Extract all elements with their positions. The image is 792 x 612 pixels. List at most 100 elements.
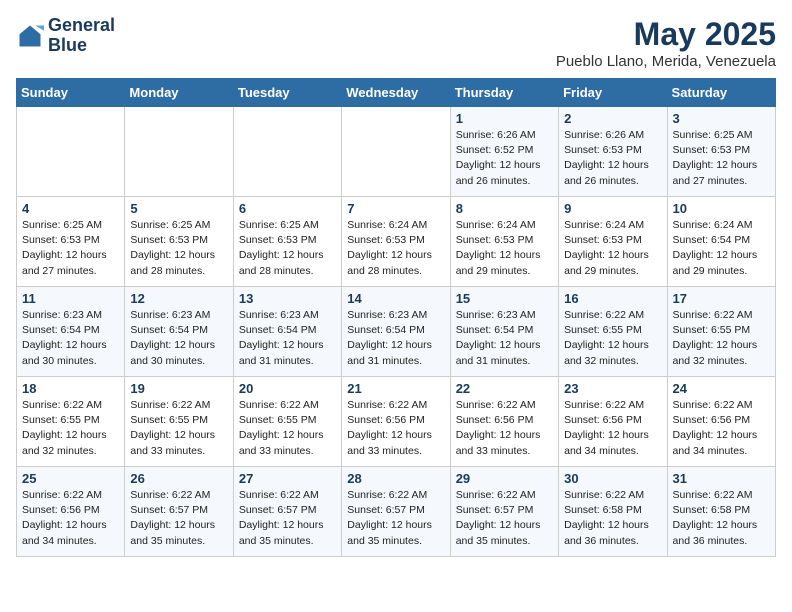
calendar-week-5: 25Sunrise: 6:22 AM Sunset: 6:56 PM Dayli… [17,467,776,557]
day-number: 2 [564,111,661,126]
day-info: Sunrise: 6:24 AM Sunset: 6:53 PM Dayligh… [347,218,444,279]
calendar-cell: 15 Sunrise: 6:23 AM Sunset: 6:54 PM Dayli… [450,287,558,377]
logo-text: General Blue [48,16,115,56]
calendar-cell: 25Sunrise: 6:22 AM Sunset: 6:56 PM Dayli… [17,467,125,557]
day-info: Sunrise: 6:22 AM Sunset: 6:58 PM Dayligh… [564,488,661,549]
day-number: 28 [347,471,444,486]
day-number: 24 [673,381,770,396]
calendar-cell: 12 Sunrise: 6:23 AM Sunset: 6:54 PM Dayli… [125,287,233,377]
day-number: 8 [456,201,553,216]
calendar-cell [125,107,233,197]
day-info: Sunrise: 6:24 AM Sunset: 6:53 PM Dayligh… [564,218,661,279]
day-number: 17 [673,291,770,306]
calendar-cell: 30 Sunrise: 6:22 AM Sunset: 6:58 PM Dayli… [559,467,667,557]
day-info: Sunrise: 6:25 AM Sunset: 6:53 PM Dayligh… [130,218,227,279]
day-info: Sunrise: 6:26 AM Sunset: 6:53 PM Dayligh… [564,128,661,189]
day-number: 18 [22,381,119,396]
header-tuesday: Tuesday [233,79,341,107]
calendar-cell: 2 Sunrise: 6:26 AM Sunset: 6:53 PM Daylig… [559,107,667,197]
calendar-week-4: 18 Sunrise: 6:22 AM Sunset: 6:55 PM Dayli… [17,377,776,467]
day-number: 7 [347,201,444,216]
day-number: 30 [564,471,661,486]
day-info: Sunrise: 6:22 AM Sunset: 6:57 PM Dayligh… [347,488,444,549]
day-number: 4 [22,201,119,216]
day-number: 9 [564,201,661,216]
header-saturday: Saturday [667,79,775,107]
day-number: 31 [673,471,770,486]
day-number: 19 [130,381,227,396]
day-info: Sunrise: 6:25 AM Sunset: 6:53 PM Dayligh… [673,128,770,189]
day-info: Sunrise: 6:22 AM Sunset: 6:55 PM Dayligh… [673,308,770,369]
calendar-cell: 24 Sunrise: 6:22 AM Sunset: 6:56 PM Dayli… [667,377,775,467]
day-info: Sunrise: 6:22 AM Sunset: 6:56 PM Dayligh… [347,398,444,459]
day-number: 27 [239,471,336,486]
calendar-cell: 11Sunrise: 6:23 AM Sunset: 6:54 PM Dayli… [17,287,125,377]
logo: General Blue [16,16,115,56]
header-wednesday: Wednesday [342,79,450,107]
day-info: Sunrise: 6:22 AM Sunset: 6:56 PM Dayligh… [673,398,770,459]
day-number: 20 [239,381,336,396]
day-info: Sunrise: 6:23 AM Sunset: 6:54 PM Dayligh… [130,308,227,369]
calendar-cell: 14Sunrise: 6:23 AM Sunset: 6:54 PM Dayli… [342,287,450,377]
day-info: Sunrise: 6:24 AM Sunset: 6:54 PM Dayligh… [673,218,770,279]
calendar-week-3: 11 Sunrise: 6:23 AM Sunset: 6:54 PM Dayli… [17,287,776,377]
calendar-cell: 22 Sunrise: 6:22 AM Sunset: 6:56 PM Dayli… [450,377,558,467]
day-number: 16 [564,291,661,306]
day-number: 23 [564,381,661,396]
calendar-cell: 10 Sunrise: 6:24 AM Sunset: 6:54 PM Dayli… [667,197,775,287]
day-info: Sunrise: 6:22 AM Sunset: 6:55 PM Dayligh… [239,398,336,459]
title-block: May 2025 Pueblo Llano, Merida, Venezuela [556,16,776,70]
page-header: General Blue May 2025 Pueblo Llano, Meri… [16,16,776,70]
day-info: Sunrise: 6:22 AM Sunset: 6:56 PM Dayligh… [564,398,661,459]
day-number: 14 [347,291,444,306]
day-number: 26 [130,471,227,486]
day-number: 22 [456,381,553,396]
calendar-cell: 29 Sunrise: 6:22 AM Sunset: 6:57 PM Dayli… [450,467,558,557]
day-number: 29 [456,471,553,486]
day-info: Sunrise: 6:22 AM Sunset: 6:55 PM Dayligh… [22,398,119,459]
day-info: Sunrise: 6:23 AM Sunset: 6:54 PM Dayligh… [239,308,336,369]
calendar-cell: 4Sunrise: 6:25 AM Sunset: 6:53 PM Daylig… [17,197,125,287]
day-number: 12 [130,291,227,306]
day-number: 10 [673,201,770,216]
calendar-table: SundayMondayTuesdayWednesdayThursdayFrid… [16,78,776,557]
day-number: 21 [347,381,444,396]
calendar-cell: 9 Sunrise: 6:24 AM Sunset: 6:53 PM Daylig… [559,197,667,287]
day-number: 3 [673,111,770,126]
day-info: Sunrise: 6:22 AM Sunset: 6:57 PM Dayligh… [456,488,553,549]
calendar-cell: 21 Sunrise: 6:22 AM Sunset: 6:56 PM Dayli… [342,377,450,467]
calendar-week-2: 4 Sunrise: 6:25 AM Sunset: 6:53 PM Daylig… [17,197,776,287]
day-number: 11 [22,291,119,306]
calendar-cell: 26 Sunrise: 6:22 AM Sunset: 6:57 PM Dayli… [125,467,233,557]
calendar-week-1: 1Sunrise: 6:26 AM Sunset: 6:52 PM Daylig… [17,107,776,197]
calendar-cell [342,107,450,197]
calendar-cell: 23 Sunrise: 6:22 AM Sunset: 6:56 PM Dayli… [559,377,667,467]
calendar-cell: 7 Sunrise: 6:24 AM Sunset: 6:53 PM Daylig… [342,197,450,287]
calendar-cell [17,107,125,197]
calendar-cell: 8 Sunrise: 6:24 AM Sunset: 6:53 PM Daylig… [450,197,558,287]
calendar-cell: 1Sunrise: 6:26 AM Sunset: 6:52 PM Daylig… [450,107,558,197]
calendar-cell: 31 Sunrise: 6:22 AM Sunset: 6:58 PM Dayli… [667,467,775,557]
header-monday: Monday [125,79,233,107]
day-info: Sunrise: 6:24 AM Sunset: 6:53 PM Dayligh… [456,218,553,279]
day-info: Sunrise: 6:23 AM Sunset: 6:54 PM Dayligh… [456,308,553,369]
header-sunday: Sunday [17,79,125,107]
calendar-cell: 20 Sunrise: 6:22 AM Sunset: 6:55 PM Dayli… [233,377,341,467]
day-info: Sunrise: 6:22 AM Sunset: 6:58 PM Dayligh… [673,488,770,549]
calendar-cell: 16Sunrise: 6:22 AM Sunset: 6:55 PM Dayli… [559,287,667,377]
calendar-cell: 5 Sunrise: 6:25 AM Sunset: 6:53 PM Daylig… [125,197,233,287]
calendar-cell: 19Sunrise: 6:22 AM Sunset: 6:55 PM Dayli… [125,377,233,467]
day-info: Sunrise: 6:22 AM Sunset: 6:57 PM Dayligh… [130,488,227,549]
day-number: 15 [456,291,553,306]
day-number: 5 [130,201,227,216]
month-title: May 2025 [556,16,776,53]
calendar-cell: 13Sunrise: 6:23 AM Sunset: 6:54 PM Dayli… [233,287,341,377]
day-info: Sunrise: 6:22 AM Sunset: 6:57 PM Dayligh… [239,488,336,549]
day-info: Sunrise: 6:22 AM Sunset: 6:56 PM Dayligh… [456,398,553,459]
calendar-cell: 3 Sunrise: 6:25 AM Sunset: 6:53 PM Daylig… [667,107,775,197]
header-friday: Friday [559,79,667,107]
day-info: Sunrise: 6:25 AM Sunset: 6:53 PM Dayligh… [239,218,336,279]
calendar-cell: 27 Sunrise: 6:22 AM Sunset: 6:57 PM Dayli… [233,467,341,557]
day-number: 6 [239,201,336,216]
location: Pueblo Llano, Merida, Venezuela [556,53,776,70]
